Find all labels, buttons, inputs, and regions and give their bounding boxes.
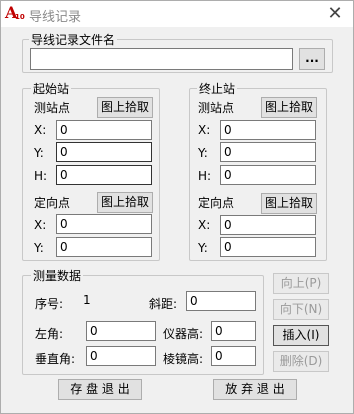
start-survey-label: 测站点 bbox=[34, 101, 71, 115]
file-group-legend: 导线记录文件名 bbox=[29, 31, 118, 48]
close-icon[interactable]: ✕ bbox=[323, 3, 347, 25]
slope-distance-field[interactable]: 0 bbox=[186, 291, 256, 311]
start-orient-x-field[interactable]: 0 bbox=[56, 214, 152, 234]
start-ox-label: X: bbox=[34, 218, 47, 232]
start-h-field[interactable]: 0 bbox=[56, 165, 152, 185]
end-y-field[interactable]: 0 bbox=[220, 142, 316, 162]
instrument-height-field[interactable]: 0 bbox=[211, 321, 256, 341]
window-title: 导线记录 bbox=[29, 10, 82, 25]
app-logo-icon: A 10 bbox=[5, 3, 25, 22]
end-station-legend: 终止站 bbox=[197, 80, 238, 97]
prism-height-field[interactable]: 0 bbox=[211, 346, 256, 366]
prism-height-label: 棱镜高: bbox=[163, 352, 204, 366]
end-pick-orient-button[interactable]: 图上拾取 bbox=[261, 193, 317, 214]
start-x-field[interactable]: 0 bbox=[56, 120, 152, 140]
seq-value: 1 bbox=[83, 293, 91, 307]
start-y-field[interactable]: 0 bbox=[56, 142, 152, 162]
start-orient-y-field[interactable]: 0 bbox=[56, 237, 152, 257]
start-orient-label: 定向点 bbox=[34, 196, 71, 210]
end-x-field[interactable]: 0 bbox=[220, 120, 316, 140]
end-h-field[interactable]: 0 bbox=[220, 165, 316, 185]
end-h-label: H: bbox=[198, 169, 212, 183]
discard-exit-button[interactable]: 放 弃 退 出 bbox=[213, 379, 297, 400]
instrument-height-label: 仪器高: bbox=[163, 327, 204, 341]
move-up-button[interactable]: 向上(P) bbox=[273, 273, 329, 294]
measure-legend: 测量数据 bbox=[31, 267, 84, 284]
dialog-window: A 10 导线记录 ✕ 导线记录文件名 ... 起始站 测站点 图上拾取 X: 0… bbox=[0, 0, 354, 414]
start-pick-survey-button[interactable]: 图上拾取 bbox=[97, 97, 153, 118]
end-orient-label: 定向点 bbox=[198, 196, 235, 210]
end-orient-x-field[interactable]: 0 bbox=[220, 215, 316, 235]
end-pick-survey-button[interactable]: 图上拾取 bbox=[261, 97, 317, 118]
start-h-label: H: bbox=[34, 169, 48, 183]
file-path-input[interactable] bbox=[30, 48, 293, 70]
seq-label: 序号: bbox=[35, 297, 64, 311]
save-exit-button[interactable]: 存 盘 退 出 bbox=[58, 379, 142, 400]
browse-button[interactable]: ... bbox=[299, 48, 325, 70]
start-pick-orient-button[interactable]: 图上拾取 bbox=[97, 192, 153, 213]
end-oy-label: Y: bbox=[198, 241, 208, 255]
end-x-label: X: bbox=[198, 123, 211, 137]
end-survey-label: 测站点 bbox=[198, 101, 235, 115]
slope-distance-label: 斜距: bbox=[149, 297, 178, 311]
end-orient-y-field[interactable]: 0 bbox=[220, 237, 316, 257]
insert-button[interactable]: 插入(I) bbox=[273, 325, 329, 346]
left-angle-label: 左角: bbox=[35, 327, 64, 341]
start-station-legend: 起始站 bbox=[31, 80, 72, 97]
left-angle-field[interactable]: 0 bbox=[86, 321, 156, 341]
start-oy-label: Y: bbox=[34, 241, 44, 255]
move-down-button[interactable]: 向下(N) bbox=[273, 299, 329, 320]
start-y-label: Y: bbox=[34, 146, 44, 160]
delete-button[interactable]: 删除(D) bbox=[273, 351, 329, 372]
vertical-angle-field[interactable]: 0 bbox=[86, 346, 156, 366]
end-ox-label: X: bbox=[198, 218, 211, 232]
title-bar[interactable]: A 10 导线记录 ✕ bbox=[1, 1, 353, 27]
start-x-label: X: bbox=[34, 123, 47, 137]
end-y-label: Y: bbox=[198, 146, 208, 160]
vertical-angle-label: 垂直角: bbox=[35, 352, 76, 366]
